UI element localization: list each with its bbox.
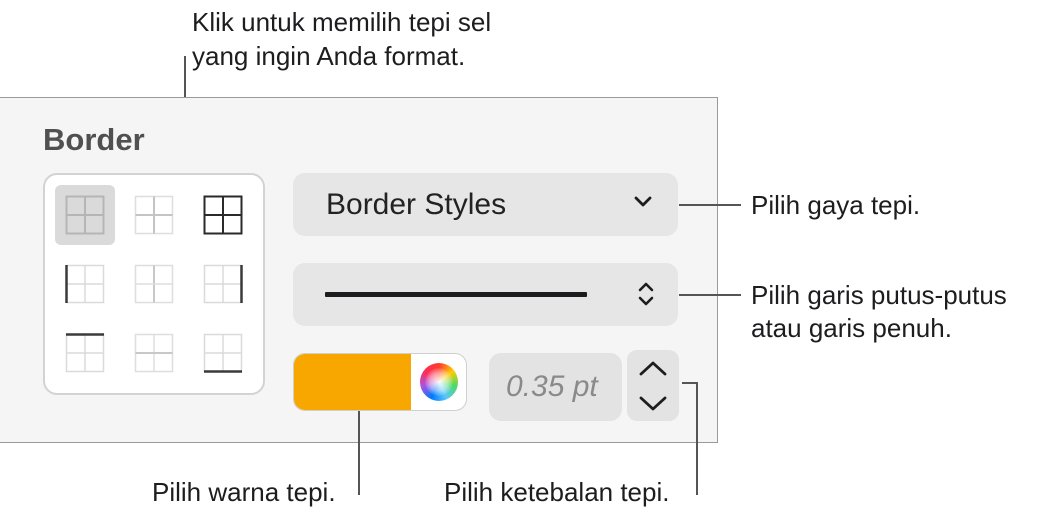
left-border-icon (65, 264, 105, 304)
border-cell-outer[interactable] (193, 185, 253, 245)
color-swatch[interactable] (294, 354, 411, 410)
color-wheel-icon[interactable] (420, 363, 458, 401)
border-styles-label: Border Styles (326, 188, 507, 221)
bottom-border-icon (203, 333, 243, 373)
border-cell-left[interactable] (55, 254, 115, 314)
leader-line-thickness-v (696, 382, 698, 495)
border-cell-bottom[interactable] (193, 323, 253, 383)
stepper-up-button[interactable] (627, 351, 679, 386)
callout-line-line1: Pilih garis putus-putus (751, 280, 1007, 310)
border-cell-all[interactable] (55, 185, 115, 245)
outer-borders-icon (203, 195, 243, 235)
border-cell-top[interactable] (55, 323, 115, 383)
border-color-well[interactable] (293, 353, 467, 411)
chevron-up-down-icon (638, 282, 654, 306)
inner-horizontal-border-icon (134, 333, 174, 373)
solid-line-sample (325, 292, 587, 297)
border-width-stepper (627, 350, 679, 421)
border-cell-inner[interactable] (124, 185, 184, 245)
border-width-value: 0.35 pt (506, 370, 598, 403)
chevron-up-icon (639, 361, 667, 375)
callout-color: Pilih warna tepi. (152, 477, 336, 507)
inner-borders-icon (134, 195, 174, 235)
right-border-icon (203, 264, 243, 304)
stepper-down-button[interactable] (627, 385, 679, 420)
line-style-popup[interactable] (293, 263, 678, 326)
chevron-down-icon (639, 396, 667, 410)
leader-line-color (358, 411, 360, 495)
border-cell-right[interactable] (193, 254, 253, 314)
callout-grid-line2: yang ingin Anda format. (192, 41, 466, 71)
top-border-icon (65, 333, 105, 373)
callout-thickness: Pilih ketebalan tepi. (444, 477, 670, 507)
border-width-field[interactable]: 0.35 pt (489, 353, 622, 421)
leader-line-style (679, 204, 741, 206)
callout-style: Pilih gaya tepi. (751, 190, 921, 220)
all-borders-icon (65, 195, 105, 235)
border-styles-dropdown[interactable]: Border Styles (293, 173, 678, 236)
border-cell-inner-vertical[interactable] (124, 254, 184, 314)
border-selection-grid (43, 173, 265, 395)
callout-line-line2: atau garis penuh. (751, 313, 952, 343)
chevron-down-icon (634, 196, 652, 207)
panel-title: Border (43, 122, 145, 157)
callout-grid-line1: Klik untuk memilih tepi sel (192, 7, 492, 37)
border-cell-inner-horizontal[interactable] (124, 323, 184, 383)
inner-vertical-border-icon (134, 264, 174, 304)
leader-line-line (679, 294, 741, 296)
